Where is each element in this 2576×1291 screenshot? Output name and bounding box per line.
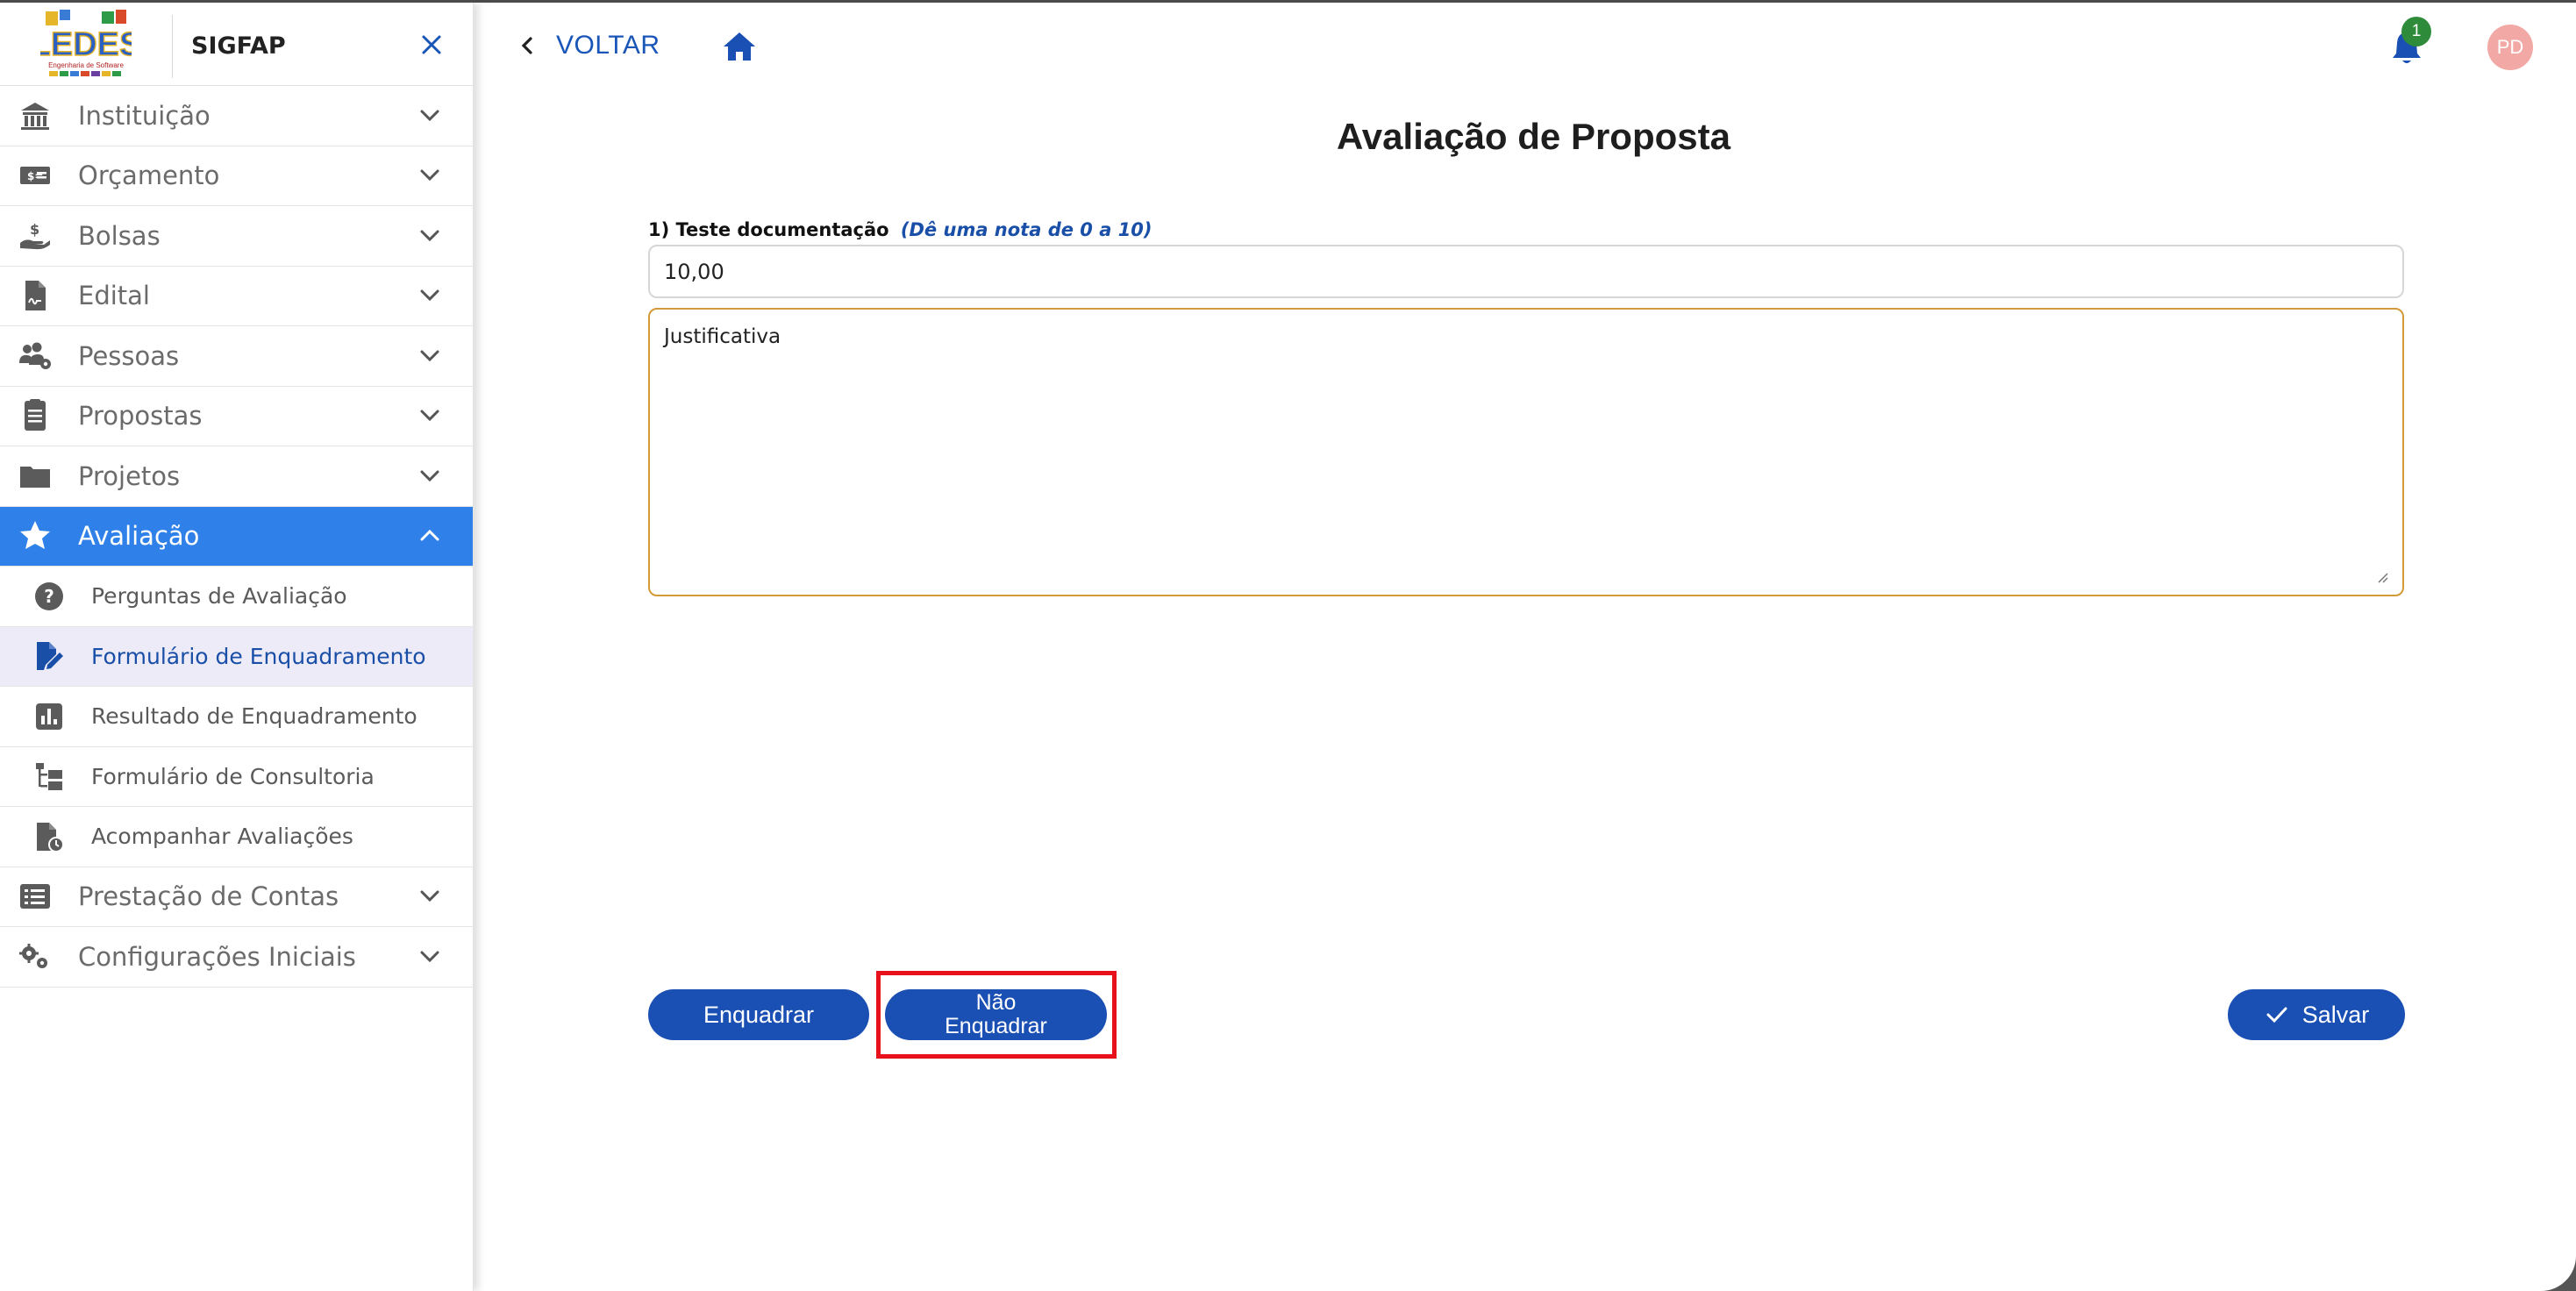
home-icon [724,32,755,61]
sidebar-subitem-label: Perguntas de Avaliação [91,583,347,610]
chevron-down-icon [420,289,439,302]
sidebar-item-projetos[interactable]: Projetos [0,446,473,507]
file-edit-icon [32,638,67,674]
hand-coin-icon: $ [18,218,53,253]
sidebar-subitem-label: Formulário de Consultoria [91,763,375,789]
home-button[interactable] [721,29,758,64]
sidebar-subitem-acompanhar-avaliacoes[interactable]: Acompanhar Avaliações [0,807,473,867]
justification-textarea[interactable] [648,308,2404,596]
grade-input[interactable] [648,245,2404,298]
sidebar-item-configuracoes-iniciais[interactable]: Configurações Iniciais [0,927,473,988]
svg-text:$: $ [30,221,39,238]
sidebar-item-label: Pessoas [78,340,180,371]
chevron-up-icon [420,530,439,541]
chevron-down-icon [420,951,439,962]
sidebar-subitem-resultado-enquadramento[interactable]: Resultado de Enquadramento [0,687,473,747]
document-signature-icon [18,278,53,313]
money-bill-icon: $= [18,158,53,193]
document-list-icon [18,398,53,433]
chevron-down-icon [420,350,439,361]
sidebar-item-edital[interactable]: Edital [0,267,473,326]
list-icon [18,879,53,914]
folder-icon [18,459,53,494]
sidebar-menu: Instituição $= Orçamento $ Bolsas Edital [0,86,473,988]
sidebar-item-label: Configurações Iniciais [78,941,356,972]
sidebar-header: LEDES Engenharia de Software SIGFAP [0,3,473,86]
avatar[interactable]: PD [2487,25,2533,70]
window-top-edge [0,0,2576,3]
gears-icon [18,939,53,974]
sidebar-item-label: Bolsas [78,220,161,251]
chevron-down-icon [420,169,439,182]
sidebar-item-label: Edital [78,281,150,311]
back-button-label: VOLTAR [556,31,660,60]
chevron-down-icon [420,410,439,422]
highlight-box [876,971,1117,1059]
top-bar: VOLTAR 1 PD [491,3,2576,86]
bank-icon [18,98,53,133]
chevron-down-icon [420,230,439,241]
check-icon [2266,1007,2287,1024]
sidebar-item-propostas[interactable]: Propostas [0,387,473,446]
question-text: 1) Teste documentação [648,219,889,240]
chevron-left-icon [521,37,532,54]
sidebar-item-label: Instituição [78,100,211,131]
question-hint: (Dê uma nota de 0 a 10) [900,219,1152,240]
sidebar-item-label: Prestação de Contas [78,881,339,912]
svg-text:Engenharia de Software: Engenharia de Software [48,61,124,69]
sidebar-item-label: Propostas [78,401,203,432]
save-button-label: Salvar [2301,1001,2370,1028]
users-gear-icon [18,339,53,374]
sidebar-item-label: Projetos [78,460,181,491]
sidebar-subitem-label: Acompanhar Avaliações [91,824,353,850]
sidebar-item-orcamento[interactable]: $= Orçamento [0,146,473,206]
chevron-down-icon [420,470,439,481]
sidebar-item-bolsas[interactable]: $ Bolsas [0,206,473,267]
bar-chart-icon [32,699,67,734]
chevron-down-icon [420,110,439,121]
app-title: SIGFAP [191,32,286,60]
close-sidebar-button[interactable] [414,27,449,62]
sidebar-subitem-perguntas[interactable]: ? Perguntas de Avaliação [0,567,473,627]
sidebar-item-avaliacao[interactable]: Avaliação [0,506,473,567]
sidebar: LEDES Engenharia de Software SIGFAP Inst… [0,3,474,1291]
header-divider [172,15,173,78]
enquadrar-button[interactable]: Enquadrar [648,989,869,1040]
chevron-down-icon [420,890,439,902]
sidebar-subitem-label: Resultado de Enquadramento [91,703,417,730]
sidebar-item-instituicao[interactable]: Instituição [0,86,473,146]
sidebar-subitem-label: Formulário de Enquadramento [91,643,426,669]
notification-badge: 1 [2401,17,2431,46]
sidebar-item-prestacao-contas[interactable]: Prestação de Contas [0,867,473,927]
question-label: 1) Teste documentação (Dê uma nota de 0 … [648,219,1152,240]
sidebar-item-label: Avaliação [78,521,200,552]
sidebar-subitem-formulario-consultoria[interactable]: Formulário de Consultoria [0,747,473,807]
tree-structure-icon [32,759,67,794]
resize-grip-icon[interactable] [2372,567,2389,584]
star-icon [18,518,53,553]
file-clock-icon [32,819,67,854]
sidebar-item-label: Orçamento [78,160,220,191]
back-button[interactable]: VOLTAR [517,24,660,68]
question-circle-icon: ? [32,579,67,614]
sidebar-item-pessoas[interactable]: Pessoas [0,326,473,387]
window-corner [2541,1256,2576,1291]
sidebar-subitem-formulario-enquadramento[interactable]: Formulário de Enquadramento [0,626,473,687]
svg-text:LEDES: LEDES [40,26,132,63]
svg-text:?: ? [44,586,54,607]
close-icon [422,35,441,54]
save-button[interactable]: Salvar [2228,989,2405,1040]
ledes-logo: LEDES Engenharia de Software [30,6,142,82]
page-title: Avaliação de Proposta [1337,116,1730,157]
